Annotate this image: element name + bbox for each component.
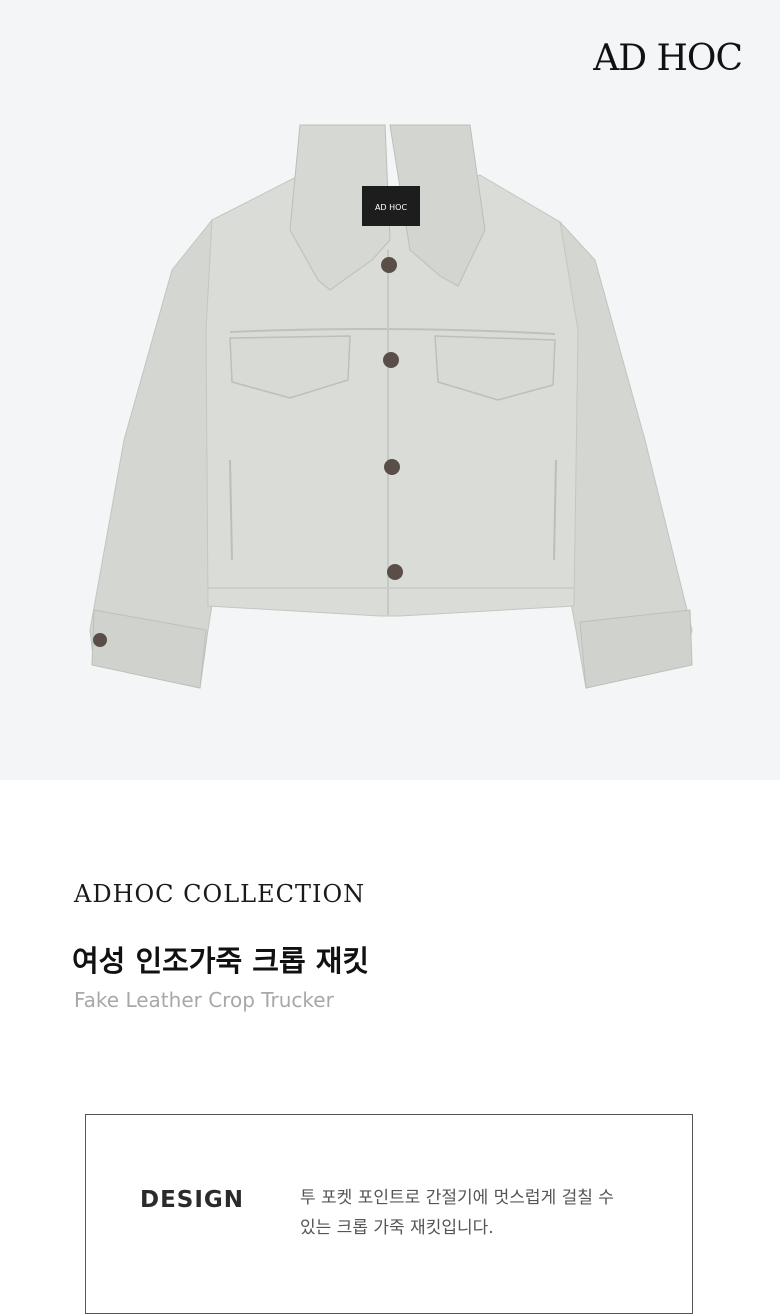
- cuff-button-icon: [93, 633, 107, 647]
- design-description: 투 포켓 포인트로 간절기에 멋스럽게 걸칠 수 있는 크롭 가죽 재킷입니다.: [300, 1183, 640, 1243]
- button-icon: [387, 564, 403, 580]
- product-info-section: ADHOC COLLECTION 여성 인조가죽 크롭 재킷 Fake Leat…: [0, 780, 780, 1314]
- design-detail-box: DESIGN 투 포켓 포인트로 간절기에 멋스럽게 걸칠 수 있는 크롭 가죽…: [85, 1114, 693, 1314]
- product-title-english: Fake Leather Crop Trucker: [74, 988, 334, 1012]
- design-description-line: 투 포켓 포인트로 간절기에 멋스럽게 걸칠 수: [300, 1188, 614, 1208]
- brand-logo: AD HOC: [593, 38, 743, 79]
- design-label: DESIGN: [140, 1187, 245, 1213]
- jacket-image: AD HOC: [89, 124, 693, 689]
- product-title-korean: 여성 인조가죽 크롭 재킷: [72, 944, 370, 978]
- button-icon: [383, 352, 399, 368]
- collection-label: ADHOC COLLECTION: [74, 880, 366, 908]
- jacket-body: [205, 174, 579, 617]
- design-description-line: 있는 크롭 가죽 재킷입니다.: [300, 1218, 494, 1238]
- right-cuff: [579, 609, 693, 689]
- button-icon: [381, 257, 397, 273]
- label-tag-text: AD HOC: [375, 203, 407, 212]
- product-hero-image: AD HOC AD HOC: [0, 0, 780, 780]
- button-icon: [384, 459, 400, 475]
